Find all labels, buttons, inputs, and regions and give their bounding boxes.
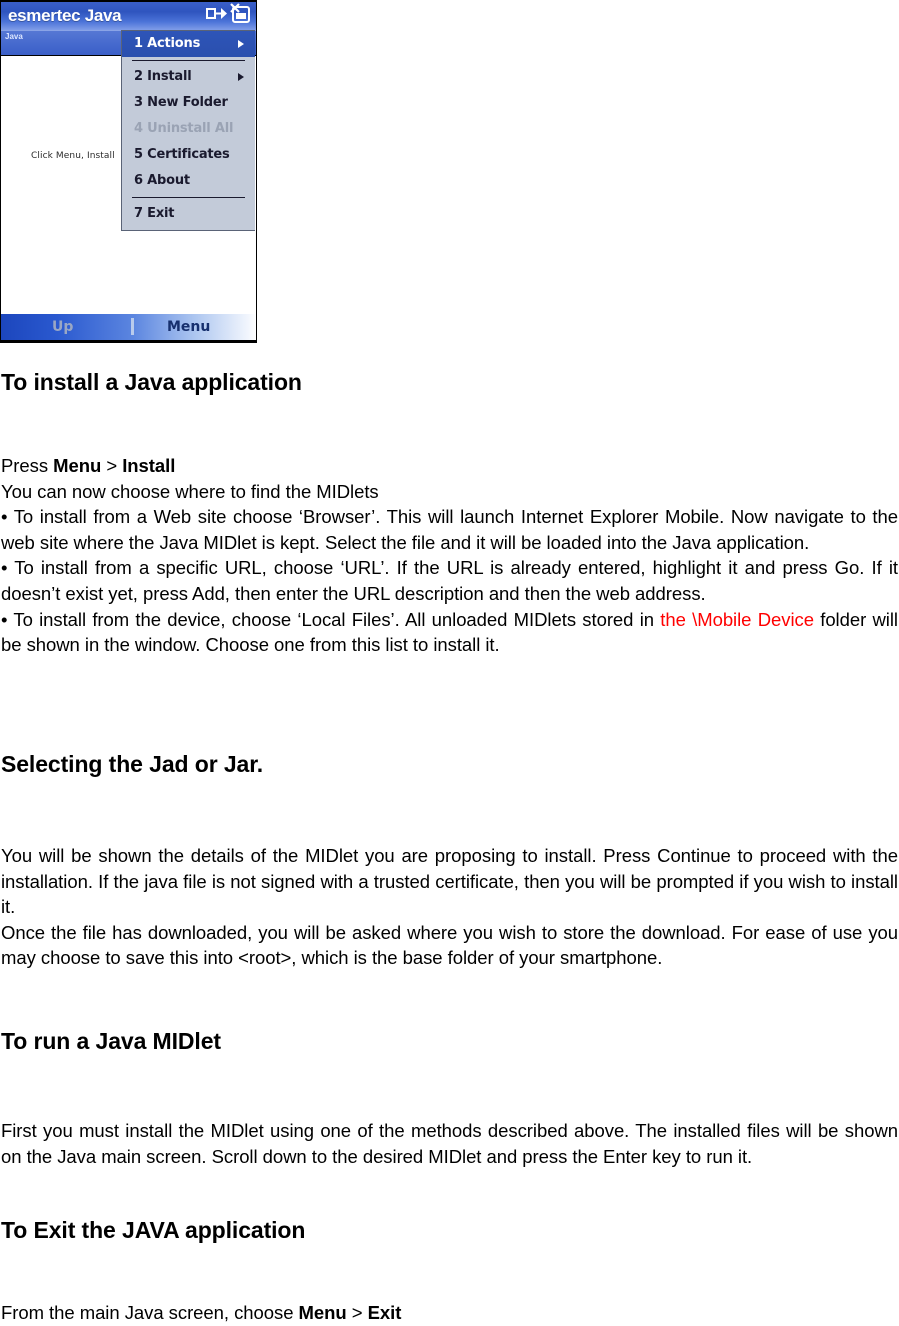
menu-separator bbox=[132, 197, 245, 198]
section-exit-java: From the main Java screen, choose Menu >… bbox=[1, 1300, 898, 1326]
section-run-midlet: First you must install the MIDlet using … bbox=[1, 1118, 898, 1169]
exit-bold-menu: Menu bbox=[298, 1302, 347, 1323]
title-bar-icons bbox=[205, 2, 252, 30]
phone-title-bar: esmertec Java bbox=[1, 2, 256, 30]
jad-jar-paragraph-2: Once the file has downloaded, you will b… bbox=[1, 921, 898, 969]
popup-menu[interactable]: 1 Actions 2 Install 3 New Folder 4 Unins… bbox=[121, 30, 255, 231]
chevron-right-icon bbox=[238, 40, 244, 48]
menu-item-label: 7 Exit bbox=[134, 206, 175, 221]
connectivity-icon[interactable] bbox=[205, 4, 227, 29]
run-midlet-paragraph: First you must install the MIDlet using … bbox=[1, 1120, 898, 1167]
heading-selecting-jad-or-jar: Selecting the Jad or Jar. bbox=[1, 751, 264, 777]
bullet-url: • To install from a specific URL, choose… bbox=[1, 557, 898, 604]
soft-key-divider bbox=[131, 318, 134, 335]
menu-item-install[interactable]: 2 Install bbox=[122, 64, 255, 90]
canvas-hint-text: Click Menu, Install bbox=[31, 151, 115, 161]
press-menu-install-line: Press Menu > Install bbox=[1, 453, 898, 479]
menu-item-about[interactable]: 6 About bbox=[122, 168, 255, 194]
bullet-browser: • To install from a Web site choose ‘Bro… bbox=[1, 506, 898, 553]
exit-bold-exit: Exit bbox=[367, 1302, 402, 1323]
press-bold-menu: Menu bbox=[53, 455, 102, 476]
phone-screenshot: esmertec Java Java Click Menu, Install 1… bbox=[0, 0, 257, 343]
soft-key-menu[interactable]: Menu bbox=[167, 314, 210, 340]
exit-prefix: From the main Java screen, choose bbox=[1, 1302, 299, 1323]
chevron-right-icon bbox=[238, 73, 244, 81]
soft-key-bar: Up Menu bbox=[1, 314, 256, 340]
menu-item-label: 3 New Folder bbox=[134, 95, 228, 110]
press-prefix: Press bbox=[1, 455, 54, 476]
volume-off-icon[interactable] bbox=[228, 2, 252, 30]
heading-install-java-application: To install a Java application bbox=[1, 369, 302, 395]
menu-item-actions[interactable]: 1 Actions bbox=[122, 31, 255, 57]
jad-jar-paragraph-1: You will be shown the details of the MID… bbox=[1, 845, 898, 918]
menu-item-label: 1 Actions bbox=[134, 36, 201, 51]
menu-item-label: 6 About bbox=[134, 173, 190, 188]
menu-item-label: 2 Install bbox=[134, 69, 192, 84]
menu-item-label: 5 Certificates bbox=[134, 147, 230, 162]
menu-item-uninstall-all: 4 Uninstall All bbox=[122, 116, 255, 142]
mobile-device-path-highlight: the \Mobile Device bbox=[660, 608, 814, 630]
bullet-local-files: • To install from the device, choose ‘Lo… bbox=[1, 607, 898, 658]
press-bold-install: Install bbox=[122, 455, 176, 476]
menu-item-certificates[interactable]: 5 Certificates bbox=[122, 142, 255, 168]
exit-instruction-line: From the main Java screen, choose Menu >… bbox=[1, 1300, 898, 1326]
section-install-steps: Press Menu > Install You can now choose … bbox=[1, 453, 898, 658]
exit-separator: > bbox=[346, 1302, 368, 1323]
heading-exit-java-application: To Exit the JAVA application bbox=[1, 1217, 306, 1243]
menu-separator bbox=[132, 60, 245, 61]
app-title: esmertec Java bbox=[8, 6, 122, 25]
press-separator: > bbox=[101, 455, 123, 476]
bullet-local-files-part1: • To install from the device, choose ‘Lo… bbox=[1, 608, 661, 630]
section-jad-jar: You will be shown the details of the MID… bbox=[1, 843, 898, 971]
choose-midlets-line: You can now choose where to find the MID… bbox=[1, 480, 379, 502]
heading-run-java-midlet: To run a Java MIDlet bbox=[1, 1028, 221, 1054]
menu-item-new-folder[interactable]: 3 New Folder bbox=[122, 90, 255, 116]
soft-key-up[interactable]: Up bbox=[52, 314, 73, 340]
menu-item-label: 4 Uninstall All bbox=[134, 121, 234, 136]
menu-item-exit[interactable]: 7 Exit bbox=[122, 201, 255, 227]
